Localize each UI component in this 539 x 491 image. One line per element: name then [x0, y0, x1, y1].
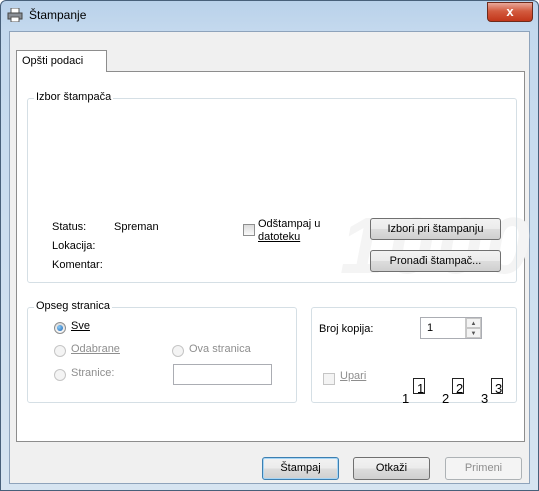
- copies-input[interactable]: 1 ▲ ▼: [420, 317, 482, 339]
- find-printer-label: Pronađi štampač...: [389, 255, 482, 267]
- pages-input[interactable]: [173, 364, 272, 385]
- collate-page-number: 1: [402, 391, 410, 406]
- range-selection-radio[interactable]: [54, 345, 66, 357]
- collate-page-number: 3: [481, 391, 489, 406]
- print-button[interactable]: Štampaj: [262, 457, 339, 480]
- apply-button-label: Primeni: [464, 462, 503, 474]
- copies-label: Broj kopija:: [319, 323, 374, 335]
- tab-general[interactable]: Opšti podaci: [16, 50, 107, 72]
- range-selection-label: Odabrane: [71, 343, 120, 355]
- status-value: Spreman: [114, 221, 159, 233]
- cancel-button-label: Otkaži: [375, 462, 408, 474]
- page-range-title: Opseg stranica: [34, 300, 112, 312]
- range-current-page-label: Ova stranica: [189, 343, 251, 355]
- collate-checkbox[interactable]: [323, 373, 335, 385]
- range-all-radio[interactable]: [54, 322, 66, 334]
- printing-preferences-button[interactable]: Izbori pri štampanju: [370, 218, 501, 240]
- collate-page-number: 3: [495, 381, 503, 396]
- find-printer-button[interactable]: Pronađi štampač...: [370, 250, 501, 272]
- comment-label: Komentar:: [52, 259, 103, 271]
- close-button[interactable]: x: [487, 2, 533, 22]
- spin-down-icon[interactable]: ▼: [466, 328, 481, 338]
- print-to-file-checkbox[interactable]: [243, 224, 255, 236]
- print-to-file-label-line2: datoteku: [258, 231, 301, 243]
- page-range-group: [27, 307, 297, 403]
- collate-page-number: 2: [442, 391, 450, 406]
- range-pages-label: Stranice:: [71, 367, 115, 379]
- copies-input-value: 1: [427, 322, 434, 334]
- printer-selection-title: Izbor štampača: [34, 91, 114, 103]
- collate-label: Upari: [340, 370, 367, 382]
- print-button-label: Štampaj: [280, 462, 321, 474]
- range-current-page-radio[interactable]: [172, 345, 184, 357]
- location-label: Lokacija:: [52, 240, 96, 252]
- close-icon: x: [506, 4, 514, 19]
- print-to-file-label-line1: Odštampaj u: [258, 218, 321, 230]
- range-pages-radio[interactable]: [54, 369, 66, 381]
- copies-spinner[interactable]: ▲ ▼: [465, 318, 481, 338]
- spin-up-icon[interactable]: ▲: [466, 318, 481, 328]
- tab-general-label: Opšti podaci: [22, 55, 84, 67]
- apply-button[interactable]: Primeni: [445, 457, 522, 480]
- range-all-label: Sve: [71, 320, 90, 332]
- title-bar[interactable]: Štampanje x: [1, 1, 538, 31]
- printer-icon: [7, 8, 23, 22]
- window-title: Štampanje: [29, 8, 87, 22]
- collate-page-number: 1: [417, 381, 425, 396]
- printing-preferences-label: Izbori pri štampanju: [387, 223, 484, 235]
- status-label: Status:: [52, 221, 87, 233]
- collate-page-number: 2: [456, 381, 464, 396]
- cancel-button[interactable]: Otkaži: [353, 457, 430, 480]
